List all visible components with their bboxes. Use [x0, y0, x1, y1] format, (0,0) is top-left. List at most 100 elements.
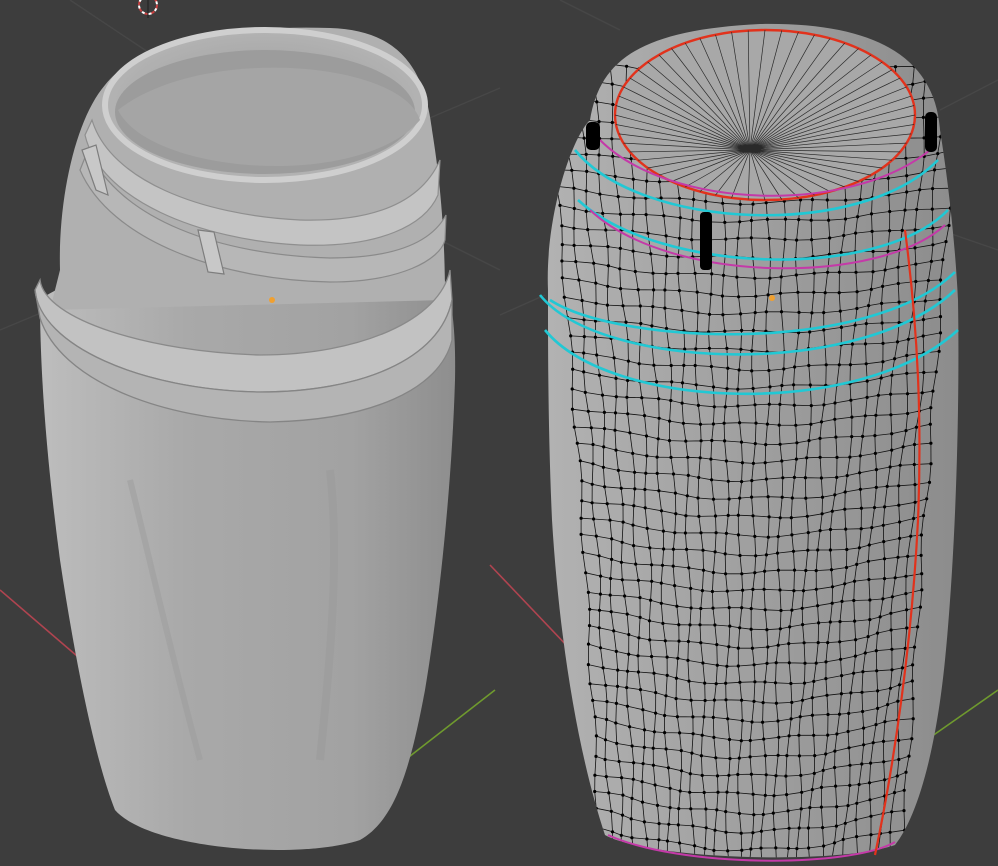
mesh-vertex — [608, 62, 612, 66]
mesh-vertex — [759, 846, 763, 850]
mesh-vertex — [692, 197, 696, 202]
mesh-vertex — [724, 681, 728, 685]
mesh-vertex — [923, 79, 927, 83]
mesh-vertex — [726, 513, 730, 518]
mesh-vertex — [673, 531, 677, 535]
mesh-vertex — [656, 855, 660, 858]
mesh-vertex — [776, 719, 780, 723]
mesh-vertex — [874, 485, 878, 489]
mesh-vertex — [605, 700, 609, 704]
mesh-vertex — [749, 236, 753, 240]
mesh-vertex — [959, 58, 962, 61]
mesh-vertex — [597, 626, 601, 630]
mesh-vertex — [615, 741, 619, 746]
mesh-vertex — [740, 606, 744, 610]
mesh-vertex — [819, 785, 824, 790]
mesh-vertex — [842, 233, 846, 238]
mesh-vertex — [668, 419, 672, 423]
mesh-vertex — [932, 168, 937, 172]
mesh-vertex — [621, 520, 625, 524]
mesh-vertex — [890, 432, 894, 436]
mesh-vertex — [934, 370, 938, 374]
mesh-vertex — [647, 619, 652, 623]
3d-cursor-icon[interactable] — [138, 0, 158, 18]
mesh-vertex — [777, 735, 781, 739]
mesh-vertex — [861, 434, 865, 438]
mesh-vertex — [710, 478, 714, 482]
skirt-wireframe-object[interactable] — [538, 23, 962, 866]
mesh-vertex — [610, 537, 614, 541]
mesh-vertex — [650, 654, 654, 659]
mesh-vertex — [939, 76, 944, 81]
mesh-vertex — [652, 363, 656, 367]
mesh-vertex — [715, 808, 719, 812]
mesh-vertex — [752, 813, 756, 817]
mesh-vertex — [632, 504, 636, 508]
mesh-vertex — [905, 371, 909, 375]
mesh-vertex — [696, 496, 700, 500]
mesh-vertex — [902, 862, 905, 865]
mesh-vertex — [800, 606, 804, 610]
mesh-vertex — [859, 527, 863, 531]
mesh-vertex — [876, 689, 880, 693]
mesh-vertex — [751, 792, 755, 796]
mesh-vertex — [637, 362, 641, 366]
mesh-vertex — [590, 501, 594, 505]
mesh-vertex — [886, 249, 890, 253]
mesh-vertex — [697, 514, 701, 519]
mesh-vertex — [665, 673, 669, 678]
mesh-vertex — [824, 660, 828, 664]
mesh-vertex — [910, 679, 914, 683]
mesh-vertex — [699, 439, 703, 443]
mesh-vertex — [638, 688, 643, 692]
mesh-vertex — [865, 379, 869, 383]
mesh-vertex — [833, 417, 837, 421]
mesh-vertex — [651, 746, 655, 750]
skirt-solid-object[interactable] — [34, 27, 456, 850]
mesh-vertex — [767, 402, 771, 406]
mesh-vertex — [714, 682, 718, 686]
mesh-vertex — [610, 82, 614, 86]
mesh-vertex — [859, 506, 864, 510]
mesh-vertex — [906, 337, 911, 341]
mesh-vertex — [772, 794, 776, 798]
mesh-vertex — [826, 270, 830, 274]
viewport-canvas[interactable] — [0, 0, 998, 866]
mesh-vertex — [792, 383, 796, 387]
mesh-vertex — [740, 719, 744, 723]
mesh-vertex — [929, 441, 933, 445]
mesh-vertex — [677, 289, 682, 293]
mesh-vertex — [871, 249, 875, 254]
mesh-vertex — [651, 305, 655, 309]
mesh-vertex — [720, 294, 725, 298]
mesh-vertex — [578, 459, 582, 463]
mesh-vertex — [753, 571, 757, 575]
mesh-vertex — [896, 281, 900, 286]
mesh-vertex — [786, 809, 790, 813]
mesh-vertex — [926, 63, 930, 67]
mesh-vertex — [819, 476, 824, 480]
mesh-vertex — [662, 547, 666, 551]
mesh-vertex — [750, 646, 755, 650]
mesh-vertex — [911, 697, 915, 701]
mesh-vertex — [789, 681, 793, 686]
mesh-vertex — [772, 827, 776, 832]
mesh-vertex — [905, 392, 910, 396]
mesh-vertex — [726, 366, 730, 370]
mesh-vertex — [888, 849, 892, 853]
mesh-vertex — [724, 698, 728, 702]
mesh-vertex — [570, 168, 574, 172]
mesh-vertex — [669, 363, 673, 368]
mesh-vertex — [616, 668, 620, 672]
mesh-vertex — [611, 102, 615, 107]
mesh-vertex — [712, 405, 716, 409]
mesh-vertex — [766, 535, 770, 539]
mesh-vertex — [592, 261, 596, 265]
mesh-vertex — [631, 212, 635, 216]
mesh-vertex — [937, 349, 941, 353]
mesh-vertex — [787, 661, 791, 665]
mesh-vertex — [819, 420, 824, 424]
3d-viewport[interactable] — [0, 0, 998, 866]
mesh-vertex — [609, 809, 613, 813]
mesh-vertex — [790, 608, 794, 612]
